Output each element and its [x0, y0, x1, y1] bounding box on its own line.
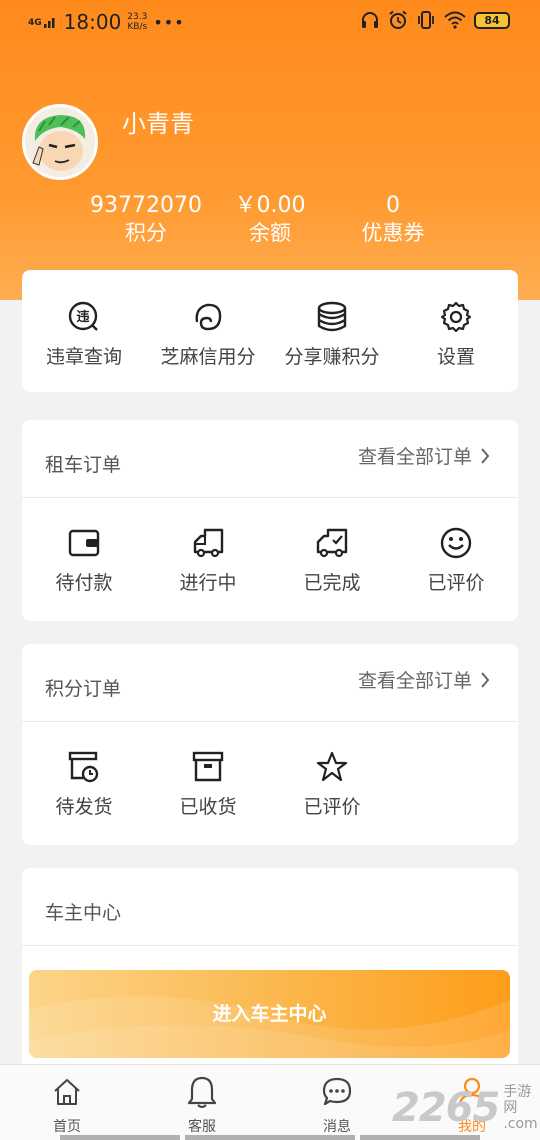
quick-actions-card: 违 违章查询 芝麻信用分 分享赚积分 设置: [22, 270, 518, 392]
coins-icon: [317, 301, 347, 332]
network-speed: 23.3 KB/s: [127, 12, 148, 32]
signal-indicator: 4G: [28, 16, 58, 28]
chevron-right-icon: [481, 671, 490, 688]
box-clock-icon: [68, 751, 99, 783]
empty-cell: [394, 750, 518, 819]
rental-orders-view-all[interactable]: 查看全部订单: [358, 442, 490, 469]
points-orders-title: 积分订单: [45, 678, 122, 700]
star-icon: [316, 751, 348, 782]
order-in-progress[interactable]: 进行中: [146, 526, 270, 595]
points-orders-header: 积分订单 查看全部订单: [22, 644, 518, 722]
points-orders-card: 积分订单 查看全部订单 待发货 已收货 已评价: [22, 644, 518, 845]
gesture-bar-right: [360, 1135, 480, 1140]
order-pending-payment[interactable]: 待付款: [22, 526, 146, 595]
stat-balance[interactable]: ￥0.00 余额: [222, 192, 318, 246]
headphones-icon: [362, 12, 378, 28]
rental-orders-title: 租车订单: [45, 454, 122, 476]
rental-orders-header: 租车订单 查看全部订单: [22, 420, 518, 498]
gesture-bar-middle: [185, 1135, 355, 1140]
clock: 18:00: [63, 10, 122, 34]
owner-center-title: 车主中心: [45, 902, 122, 924]
rental-orders-card: 租车订单 查看全部订单 待付款 进行中 已完成 已评价: [22, 420, 518, 621]
svg-text:违: 违: [76, 309, 89, 325]
chat-icon: [322, 1077, 352, 1106]
points-orders-view-all[interactable]: 查看全部订单: [358, 666, 490, 693]
points-order-reviewed[interactable]: 已评价: [270, 750, 394, 819]
tab-customer-service[interactable]: 客服: [152, 1075, 252, 1136]
wifi-icon: [444, 11, 466, 29]
status-bar: 4G 18:00 23.3 KB/s ••• 84: [0, 0, 540, 44]
violation-icon: 违: [68, 301, 98, 331]
smiley-icon: [440, 527, 472, 559]
truck-icon: [193, 528, 224, 558]
username: 小青青: [122, 110, 194, 138]
enter-owner-center-button[interactable]: 进入车主中心: [29, 970, 510, 1058]
quick-action-settings[interactable]: 设置: [394, 300, 518, 369]
signal-bars-icon: [43, 18, 55, 28]
points-order-pending-shipment[interactable]: 待发货: [22, 750, 146, 819]
order-completed[interactable]: 已完成: [270, 526, 394, 595]
quick-action-share-points[interactable]: 分享赚积分: [270, 300, 394, 369]
box-icon: [192, 751, 224, 782]
more-notifications: •••: [153, 12, 185, 32]
gear-icon: [440, 301, 472, 333]
order-reviewed[interactable]: 已评价: [394, 526, 518, 595]
site-watermark: 2265 手游网 .com: [392, 1084, 538, 1132]
battery-icon: 84: [474, 11, 510, 29]
sesame-credit-icon: [195, 303, 222, 331]
tab-home[interactable]: 首页: [17, 1075, 117, 1136]
tab-messages[interactable]: 消息: [287, 1075, 387, 1136]
quick-action-sesame-credit[interactable]: 芝麻信用分: [146, 300, 270, 369]
gesture-bar-left: [60, 1135, 180, 1140]
chevron-right-icon: [481, 447, 490, 464]
home-icon: [54, 1079, 80, 1105]
wallet-icon: [68, 529, 100, 557]
stat-points[interactable]: 93772070 积分: [86, 192, 206, 246]
avatar[interactable]: [22, 104, 98, 180]
stat-coupons[interactable]: 0 优惠券: [348, 192, 438, 246]
owner-center-header: 车主中心: [22, 868, 518, 946]
vibrate-icon: [418, 11, 434, 29]
truck-check-icon: [316, 528, 348, 558]
alarm-icon: [389, 10, 407, 29]
points-order-received[interactable]: 已收货: [146, 750, 270, 819]
avatar-image: [25, 107, 95, 177]
bell-icon: [187, 1076, 217, 1108]
quick-action-violation[interactable]: 违 违章查询: [22, 300, 146, 369]
